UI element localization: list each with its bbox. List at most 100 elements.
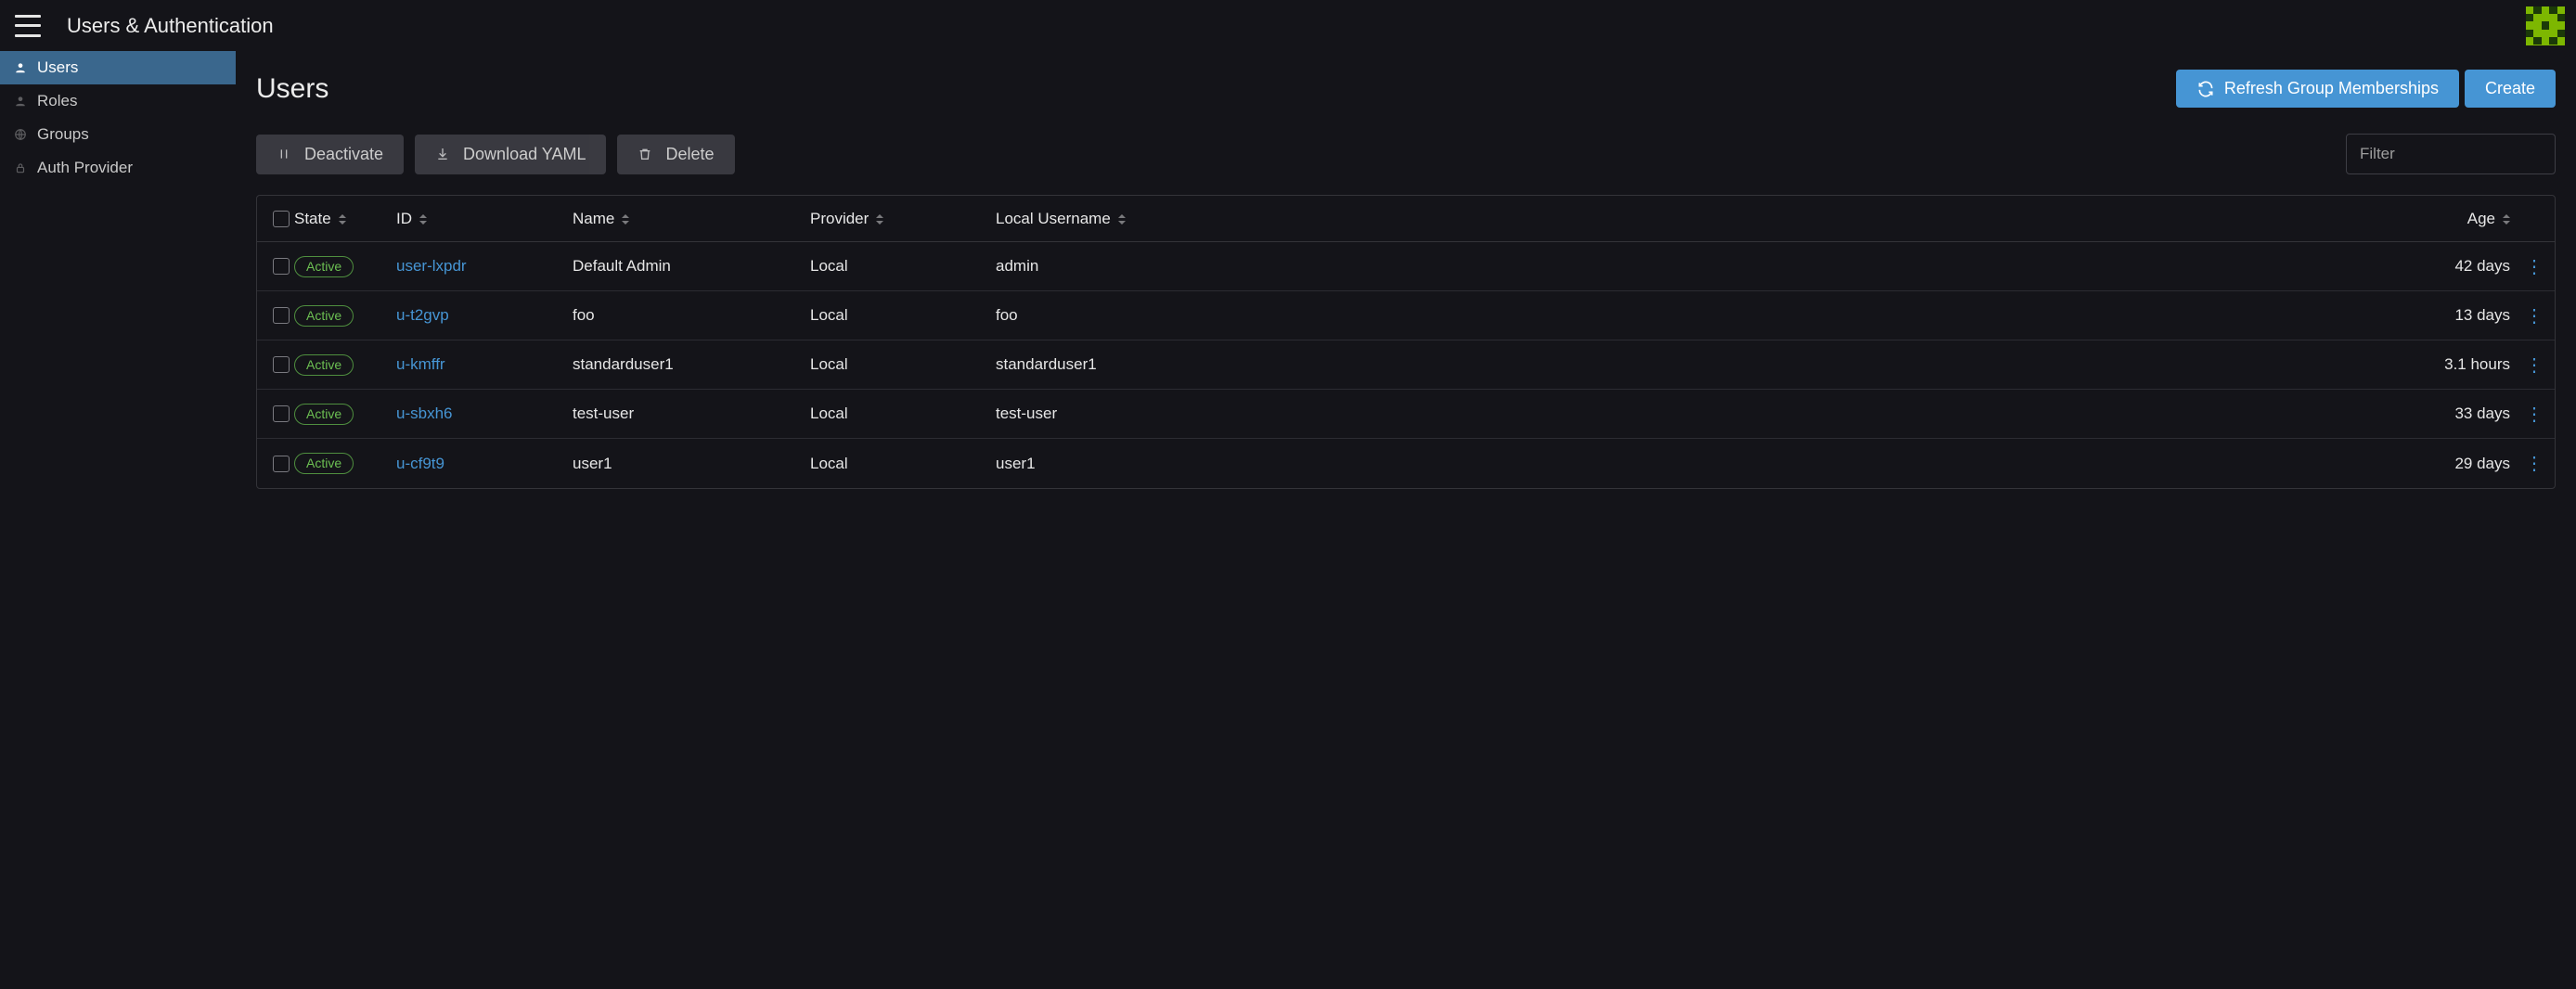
table-row: Activeuser-lxpdrDefault AdminLocaladmin4… <box>257 242 2555 291</box>
cell-provider: Local <box>810 405 996 423</box>
row-actions-menu[interactable]: ⋮ <box>2514 353 2555 377</box>
col-state[interactable]: State <box>294 210 396 228</box>
col-provider[interactable]: Provider <box>810 210 996 228</box>
cell-id: user-lxpdr <box>396 257 573 276</box>
status-badge: Active <box>294 256 354 277</box>
toolbar: Deactivate Download YAML Delete <box>256 134 2556 174</box>
col-local-username[interactable]: Local Username <box>996 210 1228 228</box>
sidebar-item-label: Groups <box>37 125 89 144</box>
cell-local-username: foo <box>996 306 1228 325</box>
person-icon <box>13 95 28 108</box>
user-id-link[interactable]: u-t2gvp <box>396 306 449 324</box>
sort-icon <box>1118 214 1126 225</box>
lock-icon <box>13 161 28 174</box>
cell-provider: Local <box>810 455 996 473</box>
row-checkbox[interactable] <box>273 307 290 324</box>
row-select-cell <box>257 307 294 324</box>
cell-name: Default Admin <box>573 257 810 276</box>
sidebar-item-auth-provider[interactable]: Auth Provider <box>0 151 236 185</box>
col-age[interactable]: Age <box>1228 210 2514 228</box>
cell-age: 29 days <box>1228 455 2514 473</box>
row-checkbox[interactable] <box>273 356 290 373</box>
deactivate-button-label: Deactivate <box>304 145 383 164</box>
sidebar-item-label: Users <box>37 58 78 77</box>
avatar[interactable] <box>2526 6 2565 45</box>
cell-provider: Local <box>810 355 996 374</box>
menu-toggle-icon[interactable] <box>15 15 41 37</box>
refresh-button-label: Refresh Group Memberships <box>2224 79 2439 98</box>
cell-name: standarduser1 <box>573 355 810 374</box>
sidebar-item-groups[interactable]: Groups <box>0 118 236 151</box>
row-checkbox[interactable] <box>273 456 290 472</box>
row-select-cell <box>257 405 294 422</box>
status-badge: Active <box>294 453 354 474</box>
user-id-link[interactable]: user-lxpdr <box>396 257 467 275</box>
row-actions-menu[interactable]: ⋮ <box>2514 304 2555 328</box>
cell-provider: Local <box>810 306 996 325</box>
row-checkbox[interactable] <box>273 258 290 275</box>
topbar: Users & Authentication <box>0 0 2576 51</box>
cell-id: u-cf9t9 <box>396 455 573 473</box>
col-name[interactable]: Name <box>573 210 810 228</box>
sort-icon <box>622 214 629 225</box>
page-title: Users <box>256 73 328 105</box>
cell-local-username: admin <box>996 257 1228 276</box>
pause-icon <box>277 147 291 161</box>
trash-icon <box>638 147 652 161</box>
cell-state: Active <box>294 256 396 277</box>
download-yaml-button[interactable]: Download YAML <box>415 135 606 174</box>
filter-input[interactable] <box>2346 134 2556 174</box>
row-actions-menu[interactable]: ⋮ <box>2514 403 2555 426</box>
table-row: Activeu-t2gvpfooLocalfoo13 days⋮ <box>257 291 2555 340</box>
sort-icon <box>876 214 883 225</box>
refresh-group-memberships-button[interactable]: Refresh Group Memberships <box>2176 70 2459 108</box>
cell-local-username: standarduser1 <box>996 355 1228 374</box>
row-actions-menu[interactable]: ⋮ <box>2514 255 2555 278</box>
table-row: Activeu-cf9t9user1Localuser129 days⋮ <box>257 439 2555 488</box>
create-button[interactable]: Create <box>2465 70 2556 108</box>
table-row: Activeu-sbxh6test-userLocaltest-user33 d… <box>257 390 2555 439</box>
row-select-cell <box>257 258 294 275</box>
cell-state: Active <box>294 354 396 376</box>
delete-button-label: Delete <box>665 145 714 164</box>
delete-button[interactable]: Delete <box>617 135 734 174</box>
download-icon <box>435 147 450 161</box>
status-badge: Active <box>294 404 354 425</box>
user-id-link[interactable]: u-sbxh6 <box>396 405 452 422</box>
cell-id: u-sbxh6 <box>396 405 573 423</box>
user-id-link[interactable]: u-kmffr <box>396 355 445 373</box>
page-context-title: Users & Authentication <box>67 14 274 38</box>
deactivate-button[interactable]: Deactivate <box>256 135 404 174</box>
cell-name: user1 <box>573 455 810 473</box>
sidebar-item-users[interactable]: Users <box>0 51 236 84</box>
kebab-icon: ⋮ <box>2525 304 2544 328</box>
row-checkbox[interactable] <box>273 405 290 422</box>
cell-age: 33 days <box>1228 405 2514 423</box>
cell-state: Active <box>294 305 396 327</box>
create-button-label: Create <box>2485 79 2535 98</box>
kebab-icon: ⋮ <box>2525 452 2544 475</box>
status-badge: Active <box>294 305 354 327</box>
cell-id: u-t2gvp <box>396 306 573 325</box>
table-row: Activeu-kmffr standarduser1Localstandardu… <box>257 340 2555 390</box>
row-select-cell <box>257 356 294 373</box>
sidebar-item-roles[interactable]: Roles <box>0 84 236 118</box>
sort-icon <box>2503 214 2510 225</box>
sort-icon <box>339 214 346 225</box>
table-header-row: State ID Name Provider Local Username Ag… <box>257 196 2555 242</box>
sidebar-item-label: Roles <box>37 92 77 110</box>
user-id-link[interactable]: u-cf9t9 <box>396 455 444 472</box>
select-all-checkbox[interactable] <box>273 211 290 227</box>
page-head: Users Refresh Group Memberships Create <box>256 70 2556 108</box>
cell-state: Active <box>294 404 396 425</box>
sort-icon <box>419 214 427 225</box>
kebab-icon: ⋮ <box>2525 403 2544 426</box>
globe-icon <box>13 128 28 141</box>
person-icon <box>13 61 28 74</box>
row-actions-menu[interactable]: ⋮ <box>2514 452 2555 475</box>
col-id[interactable]: ID <box>396 210 573 228</box>
cell-id: u-kmffr <box>396 355 573 374</box>
row-select-cell <box>257 456 294 472</box>
cell-state: Active <box>294 453 396 474</box>
cell-provider: Local <box>810 257 996 276</box>
